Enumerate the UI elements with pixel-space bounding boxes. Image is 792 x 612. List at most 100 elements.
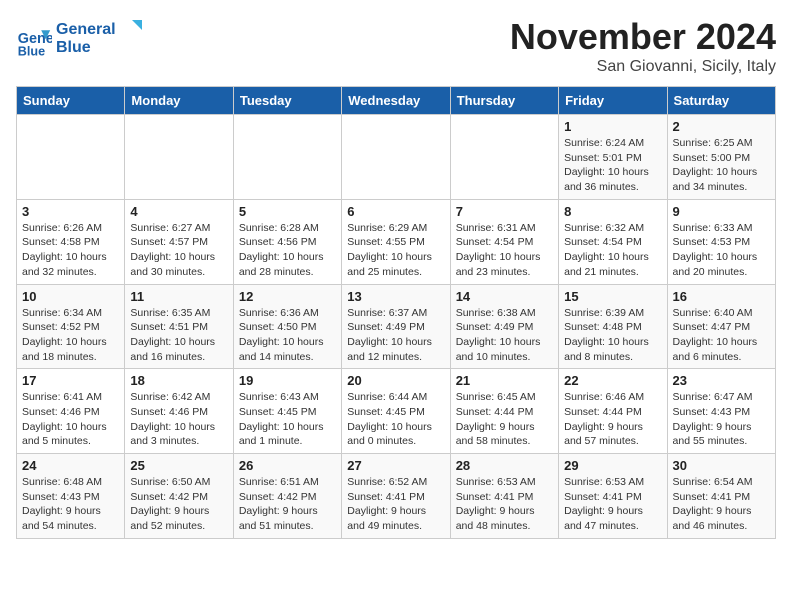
- cell-day-number: 5: [239, 204, 336, 219]
- calendar-cell: 17Sunrise: 6:41 AM Sunset: 4:46 PM Dayli…: [17, 369, 125, 454]
- calendar-cell: 12Sunrise: 6:36 AM Sunset: 4:50 PM Dayli…: [233, 284, 341, 369]
- calendar-cell: 16 Sunrise: 6:40 AM Sunset: 4:47 PM Dayli…: [667, 284, 775, 369]
- calendar-cell: 26Sunrise: 6:51 AM Sunset: 4:42 PM Dayli…: [233, 454, 341, 539]
- cell-info-text: Sunrise: 6:53 AM Sunset: 4:41 PM Dayligh…: [564, 475, 661, 534]
- week-row-0: 1 Sunrise: 6:24 AM Sunset: 5:01 PM Daylig…: [17, 115, 776, 200]
- week-row-2: 10 Sunrise: 6:34 AM Sunset: 4:52 PM Dayli…: [17, 284, 776, 369]
- cell-day-number: 2: [673, 119, 770, 134]
- svg-text:General: General: [56, 21, 116, 38]
- cell-info-text: Sunrise: 6:45 AM Sunset: 4:44 PM Dayligh…: [456, 390, 553, 449]
- calendar-cell: 5 Sunrise: 6:28 AM Sunset: 4:56 PM Daylig…: [233, 199, 341, 284]
- calendar-cell: [450, 115, 558, 200]
- cell-info-text: Sunrise: 6:25 AM Sunset: 5:00 PM Dayligh…: [673, 136, 770, 195]
- week-row-3: 17Sunrise: 6:41 AM Sunset: 4:46 PM Dayli…: [17, 369, 776, 454]
- header-day-thursday: Thursday: [450, 87, 558, 115]
- calendar-cell: 24Sunrise: 6:48 AM Sunset: 4:43 PM Dayli…: [17, 454, 125, 539]
- cell-info-text: Sunrise: 6:29 AM Sunset: 4:55 PM Dayligh…: [347, 221, 444, 280]
- cell-info-text: Sunrise: 6:31 AM Sunset: 4:54 PM Dayligh…: [456, 221, 553, 280]
- cell-info-text: Sunrise: 6:42 AM Sunset: 4:46 PM Dayligh…: [130, 390, 227, 449]
- calendar-cell: 18 Sunrise: 6:42 AM Sunset: 4:46 PM Dayli…: [125, 369, 233, 454]
- header-day-sunday: Sunday: [17, 87, 125, 115]
- calendar-cell: 29 Sunrise: 6:53 AM Sunset: 4:41 PM Dayli…: [559, 454, 667, 539]
- cell-day-number: 27: [347, 458, 444, 473]
- cell-info-text: Sunrise: 6:44 AM Sunset: 4:45 PM Dayligh…: [347, 390, 444, 449]
- cell-info-text: Sunrise: 6:40 AM Sunset: 4:47 PM Dayligh…: [673, 306, 770, 365]
- cell-info-text: Sunrise: 6:53 AM Sunset: 4:41 PM Dayligh…: [456, 475, 553, 534]
- cell-day-number: 18: [130, 373, 227, 388]
- header-day-monday: Monday: [125, 87, 233, 115]
- cell-info-text: Sunrise: 6:34 AM Sunset: 4:52 PM Dayligh…: [22, 306, 119, 365]
- header-day-wednesday: Wednesday: [342, 87, 450, 115]
- cell-day-number: 25: [130, 458, 227, 473]
- cell-day-number: 11: [130, 289, 227, 304]
- header-row: SundayMondayTuesdayWednesdayThursdayFrid…: [17, 87, 776, 115]
- cell-day-number: 22: [564, 373, 661, 388]
- cell-day-number: 7: [456, 204, 553, 219]
- calendar-cell: [233, 115, 341, 200]
- svg-text:Blue: Blue: [18, 44, 45, 58]
- cell-info-text: Sunrise: 6:39 AM Sunset: 4:48 PM Dayligh…: [564, 306, 661, 365]
- cell-info-text: Sunrise: 6:37 AM Sunset: 4:49 PM Dayligh…: [347, 306, 444, 365]
- page-header: General Blue General Blue November 2024 …: [16, 16, 776, 76]
- calendar-cell: 27Sunrise: 6:52 AM Sunset: 4:41 PM Dayli…: [342, 454, 450, 539]
- cell-day-number: 8: [564, 204, 661, 219]
- cell-day-number: 14: [456, 289, 553, 304]
- logo: General Blue General Blue: [16, 16, 146, 65]
- cell-day-number: 10: [22, 289, 119, 304]
- cell-info-text: Sunrise: 6:46 AM Sunset: 4:44 PM Dayligh…: [564, 390, 661, 449]
- cell-day-number: 23: [673, 373, 770, 388]
- calendar-cell: 11Sunrise: 6:35 AM Sunset: 4:51 PM Dayli…: [125, 284, 233, 369]
- cell-day-number: 16: [673, 289, 770, 304]
- cell-info-text: Sunrise: 6:33 AM Sunset: 4:53 PM Dayligh…: [673, 221, 770, 280]
- cell-info-text: Sunrise: 6:27 AM Sunset: 4:57 PM Dayligh…: [130, 221, 227, 280]
- calendar-cell: 22 Sunrise: 6:46 AM Sunset: 4:44 PM Dayli…: [559, 369, 667, 454]
- calendar-body: 1 Sunrise: 6:24 AM Sunset: 5:01 PM Daylig…: [17, 115, 776, 539]
- header-day-tuesday: Tuesday: [233, 87, 341, 115]
- cell-info-text: Sunrise: 6:26 AM Sunset: 4:58 PM Dayligh…: [22, 221, 119, 280]
- cell-info-text: Sunrise: 6:24 AM Sunset: 5:01 PM Dayligh…: [564, 136, 661, 195]
- cell-day-number: 4: [130, 204, 227, 219]
- header-day-friday: Friday: [559, 87, 667, 115]
- cell-day-number: 30: [673, 458, 770, 473]
- cell-day-number: 29: [564, 458, 661, 473]
- calendar-cell: 6 Sunrise: 6:29 AM Sunset: 4:55 PM Daylig…: [342, 199, 450, 284]
- cell-day-number: 19: [239, 373, 336, 388]
- calendar-cell: 15 Sunrise: 6:39 AM Sunset: 4:48 PM Dayli…: [559, 284, 667, 369]
- calendar-cell: 3 Sunrise: 6:26 AM Sunset: 4:58 PM Daylig…: [17, 199, 125, 284]
- week-row-1: 3 Sunrise: 6:26 AM Sunset: 4:58 PM Daylig…: [17, 199, 776, 284]
- calendar-cell: [17, 115, 125, 200]
- cell-day-number: 9: [673, 204, 770, 219]
- cell-day-number: 24: [22, 458, 119, 473]
- calendar-cell: 9 Sunrise: 6:33 AM Sunset: 4:53 PM Daylig…: [667, 199, 775, 284]
- cell-day-number: 26: [239, 458, 336, 473]
- calendar-table: SundayMondayTuesdayWednesdayThursdayFrid…: [16, 86, 776, 539]
- calendar-cell: [342, 115, 450, 200]
- calendar-cell: 7 Sunrise: 6:31 AM Sunset: 4:54 PM Daylig…: [450, 199, 558, 284]
- calendar-cell: 21 Sunrise: 6:45 AM Sunset: 4:44 PM Dayli…: [450, 369, 558, 454]
- title-area: November 2024 San Giovanni, Sicily, Ital…: [510, 16, 776, 76]
- cell-info-text: Sunrise: 6:32 AM Sunset: 4:54 PM Dayligh…: [564, 221, 661, 280]
- cell-info-text: Sunrise: 6:28 AM Sunset: 4:56 PM Dayligh…: [239, 221, 336, 280]
- calendar-cell: 28Sunrise: 6:53 AM Sunset: 4:41 PM Dayli…: [450, 454, 558, 539]
- cell-day-number: 21: [456, 373, 553, 388]
- cell-day-number: 1: [564, 119, 661, 134]
- cell-day-number: 6: [347, 204, 444, 219]
- logo-icon: General Blue: [16, 23, 52, 59]
- cell-info-text: Sunrise: 6:47 AM Sunset: 4:43 PM Dayligh…: [673, 390, 770, 449]
- svg-text:Blue: Blue: [56, 39, 91, 56]
- calendar-cell: 19Sunrise: 6:43 AM Sunset: 4:45 PM Dayli…: [233, 369, 341, 454]
- week-row-4: 24Sunrise: 6:48 AM Sunset: 4:43 PM Dayli…: [17, 454, 776, 539]
- month-title: November 2024: [510, 16, 776, 58]
- cell-day-number: 17: [22, 373, 119, 388]
- cell-info-text: Sunrise: 6:54 AM Sunset: 4:41 PM Dayligh…: [673, 475, 770, 534]
- calendar-header: SundayMondayTuesdayWednesdayThursdayFrid…: [17, 87, 776, 115]
- cell-info-text: Sunrise: 6:38 AM Sunset: 4:49 PM Dayligh…: [456, 306, 553, 365]
- logo-text: General Blue: [56, 16, 146, 65]
- cell-day-number: 15: [564, 289, 661, 304]
- calendar-cell: 14 Sunrise: 6:38 AM Sunset: 4:49 PM Dayli…: [450, 284, 558, 369]
- cell-info-text: Sunrise: 6:36 AM Sunset: 4:50 PM Dayligh…: [239, 306, 336, 365]
- cell-day-number: 3: [22, 204, 119, 219]
- calendar-cell: 13Sunrise: 6:37 AM Sunset: 4:49 PM Dayli…: [342, 284, 450, 369]
- calendar-cell: 30 Sunrise: 6:54 AM Sunset: 4:41 PM Dayli…: [667, 454, 775, 539]
- calendar-cell: 4 Sunrise: 6:27 AM Sunset: 4:57 PM Daylig…: [125, 199, 233, 284]
